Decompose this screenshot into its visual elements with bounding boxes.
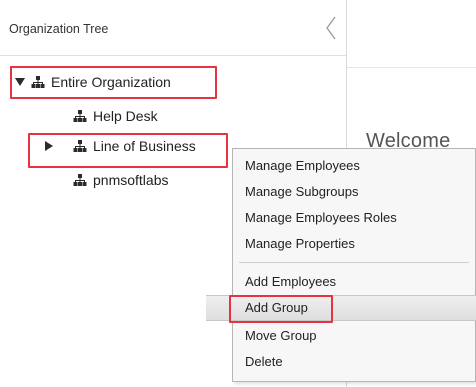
menu-item-manage-subgroups[interactable]: Manage Subgroups [233, 179, 475, 205]
header-divider [347, 67, 476, 68]
highlight-box-entire-organization [10, 66, 217, 99]
panel-header: Organization Tree [0, 0, 346, 56]
tree-node-label: pnmsoftlabs [93, 172, 169, 188]
context-menu: Manage Employees Manage Subgroups Manage… [206, 148, 476, 382]
org-chart-icon [73, 110, 87, 122]
menu-item-manage-employees[interactable]: Manage Employees [233, 153, 475, 179]
menu-item-move-group[interactable]: Move Group [233, 323, 475, 349]
org-chart-icon [73, 174, 87, 186]
highlight-box-line-of-business [28, 133, 228, 168]
tree-node-pnmsoftlabs[interactable]: pnmsoftlabs [73, 170, 168, 190]
menu-item-manage-properties[interactable]: Manage Properties [233, 231, 475, 257]
tree-node-label: Help Desk [93, 108, 158, 124]
highlight-box-add-group [229, 295, 333, 323]
chevron-left-icon [326, 16, 336, 40]
menu-item-delete[interactable]: Delete [233, 349, 475, 375]
menu-item-add-employees[interactable]: Add Employees [233, 269, 475, 295]
menu-item-manage-employees-roles[interactable]: Manage Employees Roles [233, 205, 475, 231]
panel-title: Organization Tree [9, 22, 109, 36]
tree-node-help-desk[interactable]: Help Desk [73, 106, 158, 126]
menu-separator [239, 262, 469, 263]
collapse-panel-button[interactable] [322, 14, 342, 42]
